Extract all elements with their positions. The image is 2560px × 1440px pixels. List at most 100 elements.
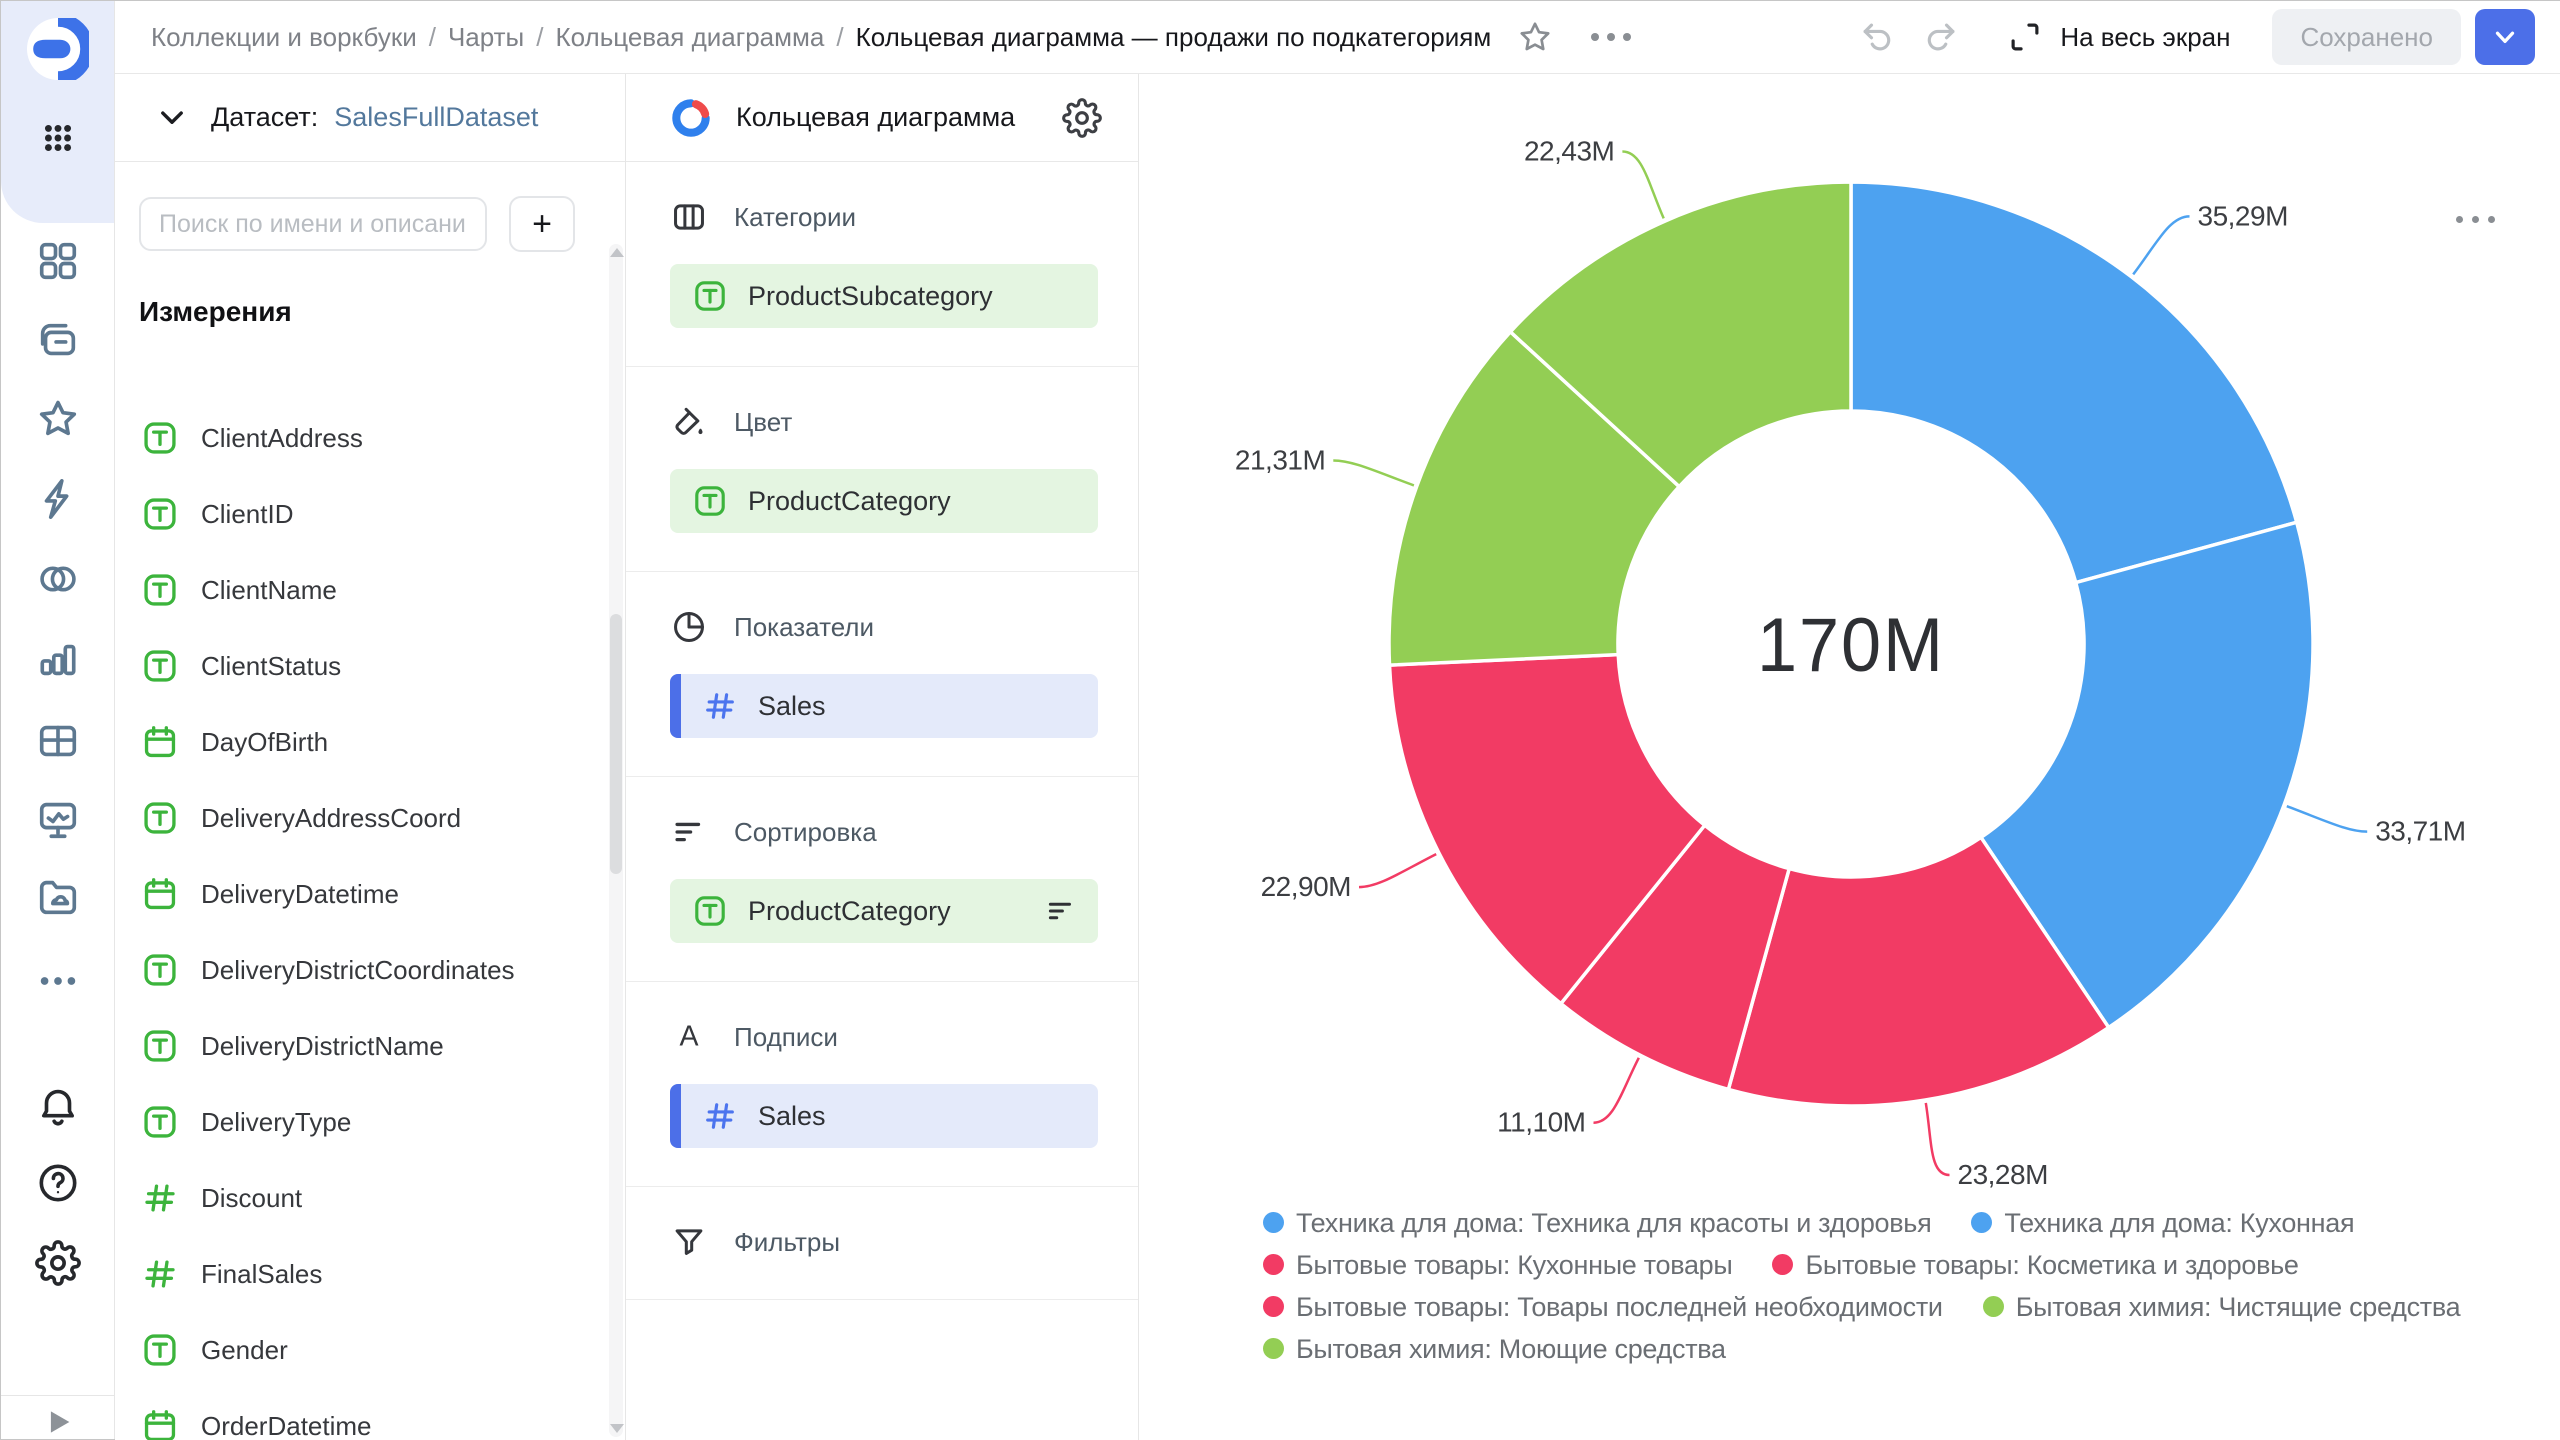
legend-item[interactable]: Техника для дома: Кухонная <box>1971 1208 2354 1239</box>
sidebar-collections-icon[interactable] <box>35 318 81 364</box>
field-name: DeliveryDistrictName <box>201 1031 444 1062</box>
legend-dot <box>1263 1254 1284 1275</box>
dataset-field[interactable]: FinalSales <box>115 1236 605 1312</box>
slice-value-label: 23,28M <box>1958 1159 2048 1190</box>
dataset-scrollbar[interactable] <box>609 244 623 1437</box>
section-header: Показатели <box>670 608 1098 646</box>
dataset-field[interactable]: DeliveryDistrictName <box>115 1008 605 1084</box>
expand-sidebar-icon[interactable] <box>41 1405 75 1431</box>
section-header: Фильтры <box>670 1223 1098 1261</box>
dataset-field[interactable]: ClientStatus <box>115 628 605 704</box>
legend-item[interactable]: Техника для дома: Техника для красоты и … <box>1263 1208 1931 1239</box>
paint-bucket-icon <box>670 403 708 441</box>
legend-item[interactable]: Бытовые товары: Кухонные товары <box>1263 1250 1732 1281</box>
dataset-field[interactable]: ClientAddress <box>115 400 605 476</box>
favorite-star-icon[interactable] <box>1517 19 1553 55</box>
field-type-string-icon <box>141 647 179 685</box>
more-actions-icon[interactable] <box>1591 19 1631 55</box>
dataset-field[interactable]: ClientName <box>115 552 605 628</box>
dataset-chevron-down-icon[interactable] <box>155 101 189 135</box>
breadcrumb-item[interactable]: Коллекции и воркбуки <box>151 22 417 53</box>
left-sidebar <box>1 1 115 1439</box>
datalens-logo[interactable] <box>27 18 89 80</box>
field-type-string-icon <box>692 278 728 314</box>
pill-field-name: Sales <box>758 1101 1078 1132</box>
dataset-field[interactable]: OrderDatetime <box>115 1388 605 1440</box>
app-window: Коллекции и воркбуки/Чарты/Кольцевая диа… <box>0 0 2560 1440</box>
sidebar-rings-icon[interactable] <box>35 556 81 602</box>
save-dropdown-button[interactable] <box>2475 9 2535 65</box>
label-connector <box>1594 1058 1639 1123</box>
sidebar-squares-icon[interactable] <box>35 238 81 284</box>
sidebar-help-icon[interactable] <box>35 1160 81 1206</box>
letter-a-icon: A <box>670 1018 708 1056</box>
dataset-name-link[interactable]: SalesFullDataset <box>334 102 538 133</box>
field-pill-ProductCategory[interactable]: ProductCategory <box>670 879 1098 943</box>
donut-chart-type-icon[interactable] <box>670 97 712 139</box>
field-type-string-icon <box>141 1103 179 1141</box>
breadcrumb-separator: / <box>536 22 543 53</box>
config-section-Фильтры: Фильтры <box>626 1187 1138 1300</box>
sidebar-table-icon[interactable] <box>35 718 81 764</box>
dataset-field[interactable]: DeliveryType <box>115 1084 605 1160</box>
chart-menu-icon[interactable] <box>2456 216 2495 223</box>
dataset-field[interactable]: DeliveryDatetime <box>115 856 605 932</box>
legend-label: Техника для дома: Техника для красоты и … <box>1296 1208 1931 1239</box>
apps-grid-icon[interactable] <box>35 115 81 161</box>
dataset-field[interactable]: ClientID <box>115 476 605 552</box>
field-name: ClientName <box>201 575 337 606</box>
add-field-button[interactable]: + <box>509 196 575 252</box>
breadcrumb-item[interactable]: Чарты <box>448 22 524 53</box>
legend-item[interactable]: Бытовые товары: Косметика и здоровье <box>1772 1250 2298 1281</box>
section-header: AПодписи <box>670 1018 1098 1056</box>
undo-icon[interactable] <box>1858 18 1896 56</box>
pie-icon <box>670 608 708 646</box>
search-input[interactable] <box>139 197 487 251</box>
sidebar-more-dots-icon[interactable] <box>35 958 81 1004</box>
topbar-actions: На весь экран Сохранено <box>1858 9 2535 65</box>
sidebar-monitor-pulse-icon[interactable] <box>35 796 81 842</box>
dataset-field[interactable]: Discount <box>115 1160 605 1236</box>
field-pill-Sales[interactable]: Sales <box>670 674 1098 738</box>
topbar: Коллекции и воркбуки/Чарты/Кольцевая диа… <box>115 1 2560 74</box>
legend-label: Бытовые товары: Косметика и здоровье <box>1805 1250 2298 1281</box>
legend-dot <box>1971 1212 1992 1233</box>
section-header: Цвет <box>670 403 1098 441</box>
dataset-field[interactable]: DeliveryAddressCoord <box>115 780 605 856</box>
field-type-number-icon <box>141 1255 179 1293</box>
scrollbar-thumb[interactable] <box>610 614 622 874</box>
dataset-field[interactable]: DeliveryDistrictCoordinates <box>115 932 605 1008</box>
sidebar-bell-icon[interactable] <box>35 1082 81 1128</box>
dataset-field[interactable]: Gender <box>115 1312 605 1388</box>
donut-slice[interactable] <box>1851 182 2297 583</box>
chart-preview-panel: 35,29M33,71M23,28M11,10M22,90M21,31M22,4… <box>1139 74 2560 1440</box>
sidebar-lightning-icon[interactable] <box>35 476 81 522</box>
legend-item[interactable]: Бытовые товары: Товары последней необход… <box>1263 1292 1943 1323</box>
scroll-down-icon[interactable] <box>610 1424 624 1433</box>
legend-item[interactable]: Бытовая химия: Моющие средства <box>1263 1334 1726 1365</box>
field-pill-ProductSubcategory[interactable]: ProductSubcategory <box>670 264 1098 328</box>
dimensions-list: ClientAddressClientID ClientName ClientSta… <box>115 400 605 1440</box>
field-pill-Sales[interactable]: Sales <box>670 1084 1098 1148</box>
field-type-string-icon <box>692 893 728 929</box>
redo-icon[interactable] <box>1922 18 1960 56</box>
chart-settings-gear-icon[interactable] <box>1062 98 1102 138</box>
sidebar-divider <box>1 1395 114 1396</box>
sort-direction-icon[interactable] <box>1044 894 1078 928</box>
legend-item[interactable]: Бытовая химия: Чистящие средства <box>1983 1292 2461 1323</box>
scroll-up-icon[interactable] <box>610 248 624 257</box>
saved-button[interactable]: Сохранено <box>2272 9 2461 65</box>
field-pill-ProductCategory[interactable]: ProductCategory <box>670 469 1098 533</box>
fullscreen-button[interactable]: На весь экран <box>2006 18 2230 56</box>
sidebar-folder-cloud-icon[interactable] <box>35 874 81 920</box>
chart-legend: Техника для дома: Техника для красоты и … <box>1263 1208 2523 1365</box>
dataset-field[interactable]: DayOfBirth <box>115 704 605 780</box>
field-type-string-icon <box>141 799 179 837</box>
breadcrumb-item[interactable]: Кольцевая диаграмма <box>555 22 824 53</box>
sidebar-gear-icon[interactable] <box>35 1240 81 1286</box>
sidebar-star-icon[interactable] <box>35 396 81 442</box>
donut-center-total: 170M <box>1757 603 1945 688</box>
field-name: ClientStatus <box>201 651 341 682</box>
sidebar-bar-chart-icon[interactable] <box>35 636 81 682</box>
field-name: Discount <box>201 1183 302 1214</box>
